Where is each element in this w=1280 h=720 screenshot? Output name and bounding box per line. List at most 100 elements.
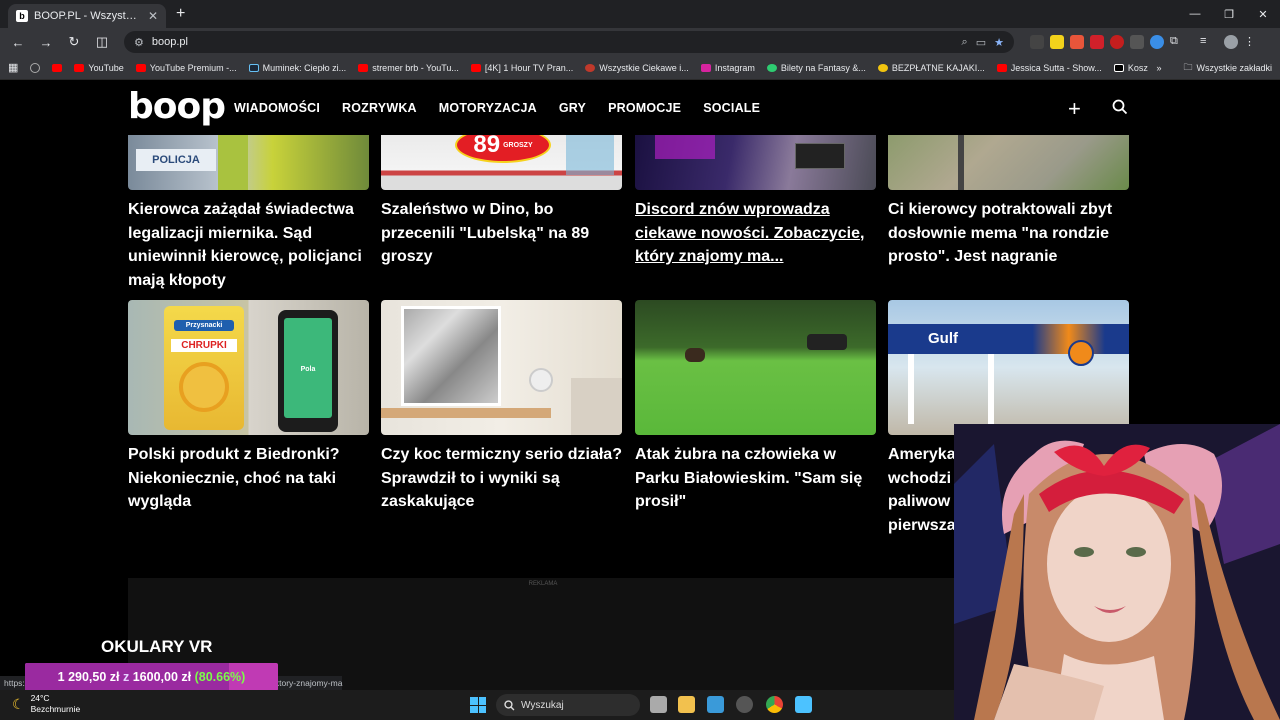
article-thumbnail[interactable] xyxy=(635,135,876,190)
task-view-icon[interactable] xyxy=(650,696,667,713)
browser-toolbar: ← → ↻ ◫ ⚙ boop.pl ⌕ ▭ ★ ⧉ ≡ ⋮ xyxy=(0,28,1280,56)
bookmark-item[interactable]: BEZPŁATNE KAJAKI... xyxy=(877,63,985,73)
weather-widget[interactable]: ☾ 24°C Bezchmurnie xyxy=(12,693,80,715)
article-card[interactable]: POLICJA Kierowca zażądał świadectwa lega… xyxy=(128,135,369,292)
article-thumbnail[interactable]: Przysnacki CHRUPKI Pola xyxy=(128,300,369,435)
donation-goal-text: 1 290,50 zł z 1600,00 zł (80.66%) xyxy=(57,670,246,684)
streamer-image xyxy=(954,424,1280,720)
reload-button[interactable]: ↻ xyxy=(62,30,86,54)
forward-button[interactable]: → xyxy=(34,30,58,54)
bookmark-item[interactable]: YouTube xyxy=(74,63,124,73)
close-tab-icon[interactable]: ✕ xyxy=(148,9,158,23)
article-title[interactable]: Czy koc termiczny serio działa? Sprawdzi… xyxy=(381,443,622,514)
nav-rozrywka[interactable]: ROZRYWKA xyxy=(342,101,417,115)
gulf-logo-icon xyxy=(1068,340,1094,366)
store-icon[interactable] xyxy=(707,696,724,713)
article-card[interactable]: Przysnacki CHRUPKI Pola Polski produkt z… xyxy=(128,300,369,514)
article-title[interactable]: Kierowca zażądał świadectwa legalizacji … xyxy=(128,198,369,292)
article-title[interactable]: Szaleństwo w Dino, bo przecenili "Lubels… xyxy=(381,198,622,269)
nav-motoryzacja[interactable]: MOTORYZACJA xyxy=(439,101,537,115)
webcam-overlay xyxy=(954,424,1280,720)
tab-title: BOOP.PL - Wszystko co chcesz xyxy=(34,10,142,22)
chrome-icon[interactable] xyxy=(766,696,783,713)
side-panel-icon[interactable]: ◫ xyxy=(90,30,114,54)
bookmark-item[interactable]: Jessica Sutta - Show... xyxy=(996,63,1102,73)
menu-icon[interactable]: ⋮ xyxy=(1244,35,1258,49)
extension-icon[interactable] xyxy=(1150,35,1164,49)
moon-icon: ☾ xyxy=(12,695,25,712)
bookmark-item[interactable]: YouTube Premium -... xyxy=(135,63,237,73)
chevron-right-icon[interactable]: » xyxy=(1156,63,1161,73)
new-tab-button[interactable]: + xyxy=(176,5,185,23)
extension-icon[interactable] xyxy=(1090,35,1104,49)
apps-grid-icon[interactable]: ▦ xyxy=(8,61,18,74)
back-button[interactable]: ← xyxy=(6,30,30,54)
bookmark-item[interactable]: Bilety na Fantasy &... xyxy=(766,63,866,73)
bookmark-item[interactable]: Wszystkie Ciekawe i... xyxy=(585,63,689,73)
bookmark-star-icon[interactable]: ★ xyxy=(994,36,1004,49)
article-thumbnail[interactable]: POLICJA xyxy=(128,135,369,190)
screen: b BOOP.PL - Wszystko co chcesz ✕ + — ❐ ✕… xyxy=(0,0,1280,720)
site-logo[interactable]: boop xyxy=(128,86,226,127)
browser-tab-bar: b BOOP.PL - Wszystko co chcesz ✕ + — ❐ ✕ xyxy=(0,0,1280,28)
article-thumbnail[interactable]: 89 GROSZY xyxy=(381,135,622,190)
article-title[interactable]: Polski produkt z Biedronki? Niekonieczni… xyxy=(128,443,369,514)
article-card[interactable]: Czy koc termiczny serio działa? Sprawdzi… xyxy=(381,300,622,514)
nav-sociale[interactable]: SOCIALE xyxy=(703,101,760,115)
cast-icon[interactable]: ▭ xyxy=(976,36,986,49)
close-window-icon[interactable]: ✕ xyxy=(1246,0,1280,28)
product-brand: Przysnacki xyxy=(174,320,234,331)
obs-icon[interactable] xyxy=(736,696,753,713)
bookmark-icon[interactable] xyxy=(30,62,41,73)
article-title[interactable]: Discord znów wprowadza ciekawe nowości. … xyxy=(635,198,876,269)
main-nav: WIADOMOŚCI ROZRYWKA MOTORYZACJA GRY PROM… xyxy=(234,80,782,135)
bookmark-item[interactable]: Instagram xyxy=(700,63,755,73)
section-title: OKULARY VR xyxy=(101,637,213,656)
instagram-icon xyxy=(700,63,711,72)
nav-wiadomosci[interactable]: WIADOMOŚCI xyxy=(234,101,320,115)
notepad-icon[interactable] xyxy=(795,696,812,713)
donation-goal-bar: 1 290,50 zł z 1600,00 zł (80.66%) xyxy=(25,663,278,691)
article-thumbnail[interactable] xyxy=(888,135,1129,190)
file-explorer-icon[interactable] xyxy=(678,696,695,713)
article-thumbnail[interactable] xyxy=(381,300,622,435)
article-card[interactable]: Atak żubra na człowieka w Parku Białowie… xyxy=(635,300,876,514)
nav-promocje[interactable]: PROMOCJE xyxy=(608,101,681,115)
site-info-icon[interactable]: ⚙ xyxy=(134,36,144,49)
article-card[interactable]: Ci kierowcy potraktowali zbyt dosłownie … xyxy=(888,135,1129,269)
site-favicon-icon: b xyxy=(16,10,28,22)
extensions-puzzle-icon[interactable]: ⧉ xyxy=(1170,35,1184,49)
tickets-icon xyxy=(766,63,777,72)
nav-gry[interactable]: GRY xyxy=(559,101,586,115)
price-badge-unit: GROSZY xyxy=(503,141,533,149)
tab-search-icon[interactable]: ≡ xyxy=(1200,35,1214,49)
zoom-icon[interactable]: ⌕ xyxy=(962,36,968,49)
extension-icon[interactable] xyxy=(1050,35,1064,49)
article-title[interactable]: Ci kierowcy potraktowali zbyt dosłownie … xyxy=(888,198,1129,269)
all-bookmarks-link[interactable]: Wszystkie zakładki xyxy=(1196,63,1272,73)
browser-tab[interactable]: b BOOP.PL - Wszystko co chcesz ✕ xyxy=(8,4,166,28)
taskbar-search[interactable]: Wyszukaj xyxy=(496,694,640,716)
extension-icon[interactable] xyxy=(1070,35,1084,49)
extension-icon[interactable] xyxy=(1130,35,1144,49)
article-title[interactable]: Atak żubra na człowieka w Parku Białowie… xyxy=(635,443,876,514)
profile-avatar[interactable] xyxy=(1224,35,1238,49)
extension-icon[interactable] xyxy=(1030,35,1044,49)
article-card[interactable]: Discord znów wprowadza ciekawe nowości. … xyxy=(635,135,876,269)
extension-icon[interactable] xyxy=(1110,35,1124,49)
maximize-icon[interactable]: ❐ xyxy=(1212,0,1246,28)
plus-icon[interactable]: + xyxy=(1068,96,1081,122)
bookmark-item[interactable]: [4K] 1 Hour TV Pran... xyxy=(470,63,573,73)
article-thumbnail[interactable] xyxy=(635,300,876,435)
temperature: 24°C xyxy=(30,693,50,703)
tiktok-icon xyxy=(1113,63,1124,72)
minimize-icon[interactable]: — xyxy=(1178,0,1212,28)
bookmark-item[interactable]: Muminek: Ciepło zi... xyxy=(248,63,346,73)
search-icon[interactable] xyxy=(1112,99,1128,120)
bookmark-item[interactable]: stremer brb - YouTu... xyxy=(358,63,459,73)
article-thumbnail[interactable]: Gulf xyxy=(888,300,1129,435)
article-card[interactable]: 89 GROSZY Szaleństwo w Dino, bo przeceni… xyxy=(381,135,622,269)
address-bar[interactable]: ⚙ boop.pl ⌕ ▭ ★ xyxy=(124,31,1014,53)
start-button[interactable] xyxy=(470,697,486,713)
youtube-bookmark-icon[interactable] xyxy=(52,63,63,72)
